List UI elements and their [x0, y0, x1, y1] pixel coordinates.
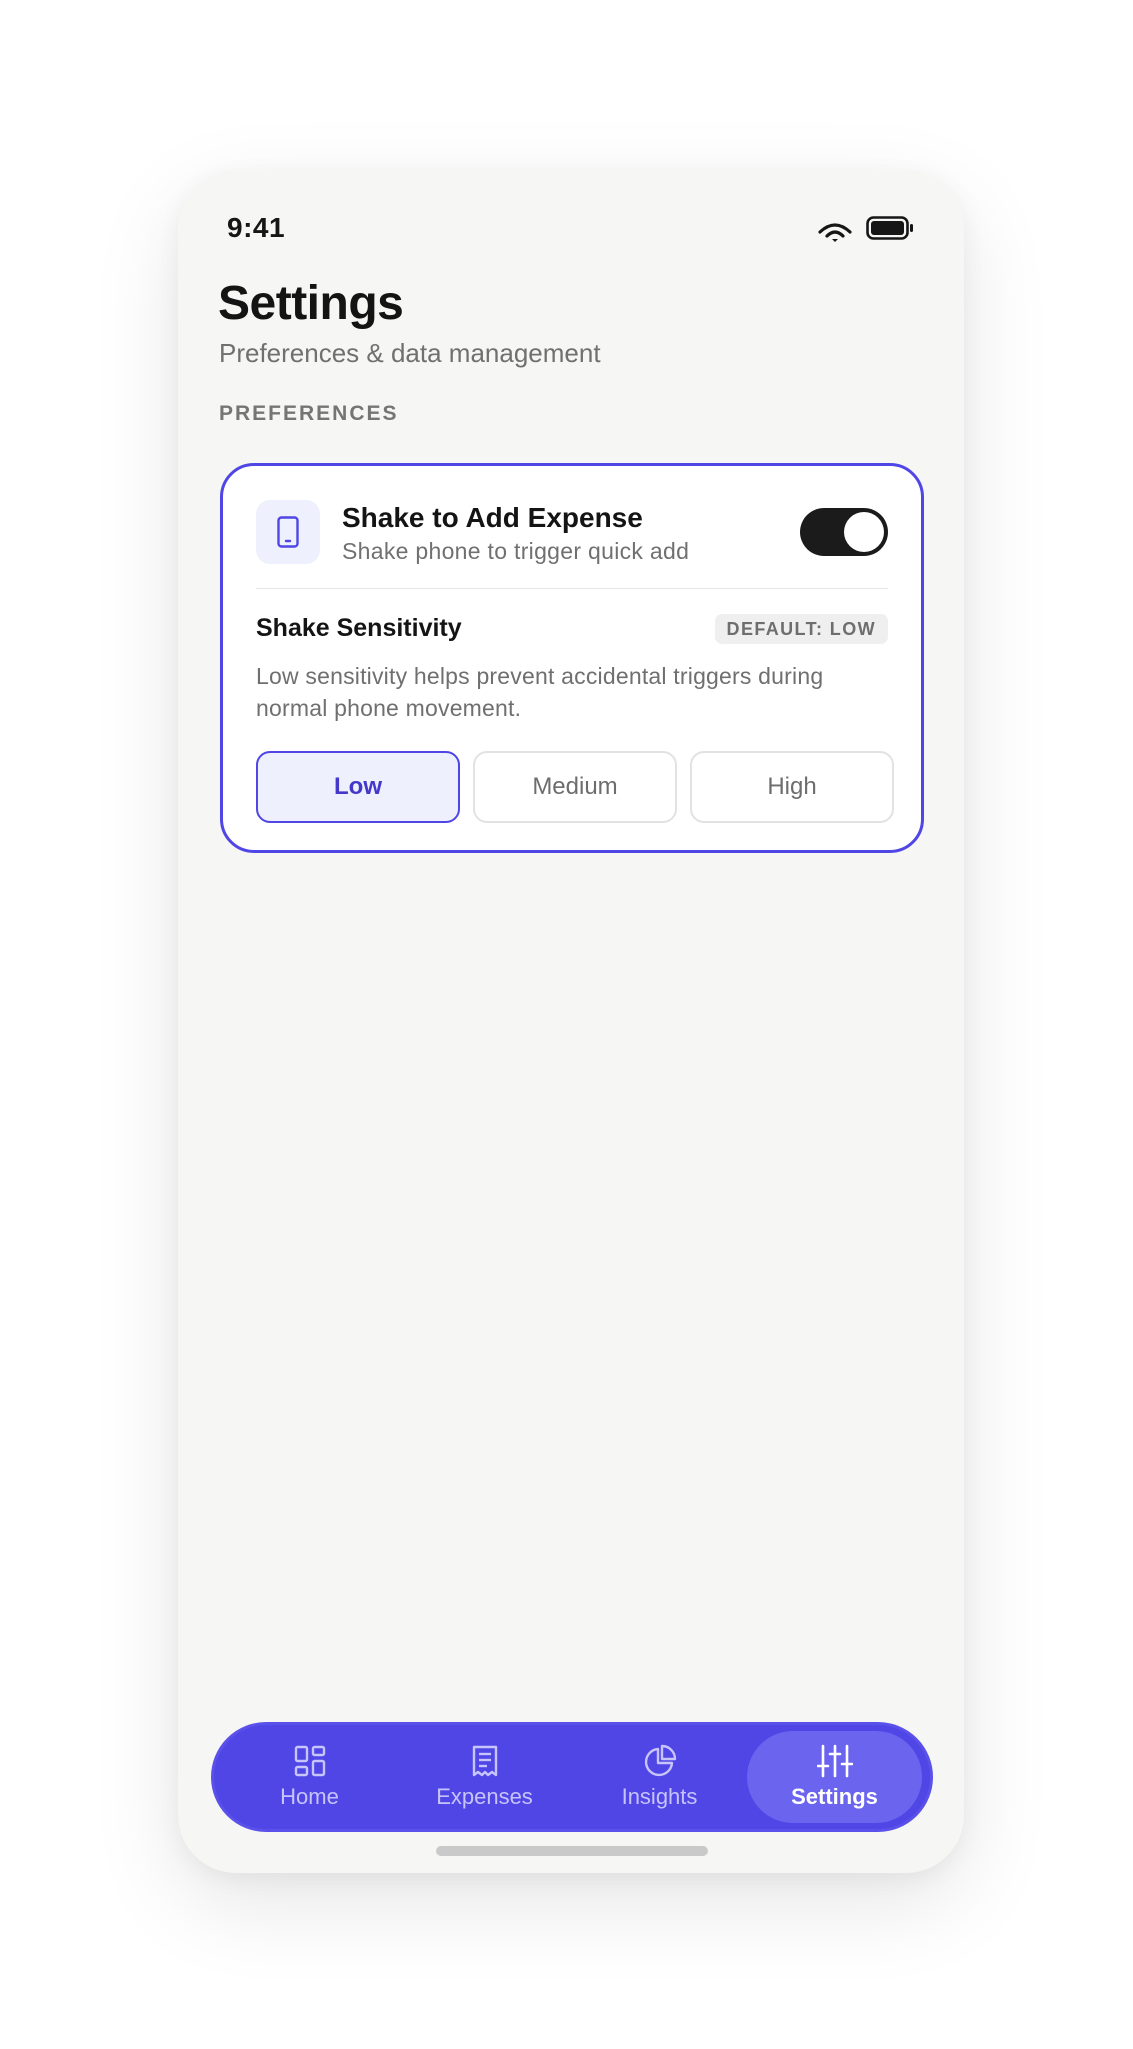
tab-settings-label: Settings — [791, 1784, 878, 1809]
sensitivity-low-button[interactable]: Low — [256, 751, 460, 823]
shake-settings-card: Shake to Add Expense Shake phone to trig… — [220, 463, 924, 853]
page-subtitle: Preferences & data management — [219, 338, 601, 368]
sensitivity-segmented-control: Low Medium High — [256, 751, 894, 823]
bottom-tab-bar: Home Expenses Insights Settings — [211, 1722, 933, 1832]
sensitivity-high-button[interactable]: High — [690, 751, 894, 823]
tab-home[interactable]: Home — [222, 1731, 397, 1823]
tab-settings[interactable]: Settings — [747, 1731, 922, 1823]
receipt-icon — [470, 1744, 500, 1778]
tab-expenses-label: Expenses — [436, 1784, 533, 1809]
wifi-icon — [818, 220, 852, 242]
status-time: 9:41 — [227, 212, 286, 243]
phone-icon — [256, 500, 320, 564]
phone-screen: 9:41 Settings Preferences & data managem… — [178, 170, 964, 1873]
toggle-knob — [844, 512, 884, 552]
tab-insights-label: Insights — [621, 1784, 698, 1809]
sensitivity-title: Shake Sensitivity — [256, 614, 462, 642]
sliders-icon — [816, 1744, 853, 1778]
home-indicator[interactable] — [436, 1846, 708, 1856]
tab-home-label: Home — [280, 1784, 339, 1809]
tab-expenses[interactable]: Expenses — [397, 1731, 572, 1823]
shake-option-title: Shake to Add Expense — [342, 502, 643, 533]
default-badge: DEFAULT: LOW — [714, 614, 888, 644]
divider — [256, 588, 888, 589]
status-icons — [818, 216, 914, 245]
shake-option-description: Shake phone to trigger quick add — [342, 538, 690, 564]
dashboard-icon — [293, 1744, 327, 1778]
battery-icon — [866, 216, 914, 245]
section-label-preferences: PREFERENCES — [219, 402, 399, 425]
pie-chart-icon — [643, 1744, 677, 1778]
tab-insights[interactable]: Insights — [572, 1731, 747, 1823]
sensitivity-help-text: Low sensitivity helps prevent accidental… — [256, 663, 824, 721]
page-title: Settings — [218, 277, 404, 330]
shake-toggle[interactable] — [800, 508, 888, 556]
sensitivity-medium-button[interactable]: Medium — [473, 751, 677, 823]
